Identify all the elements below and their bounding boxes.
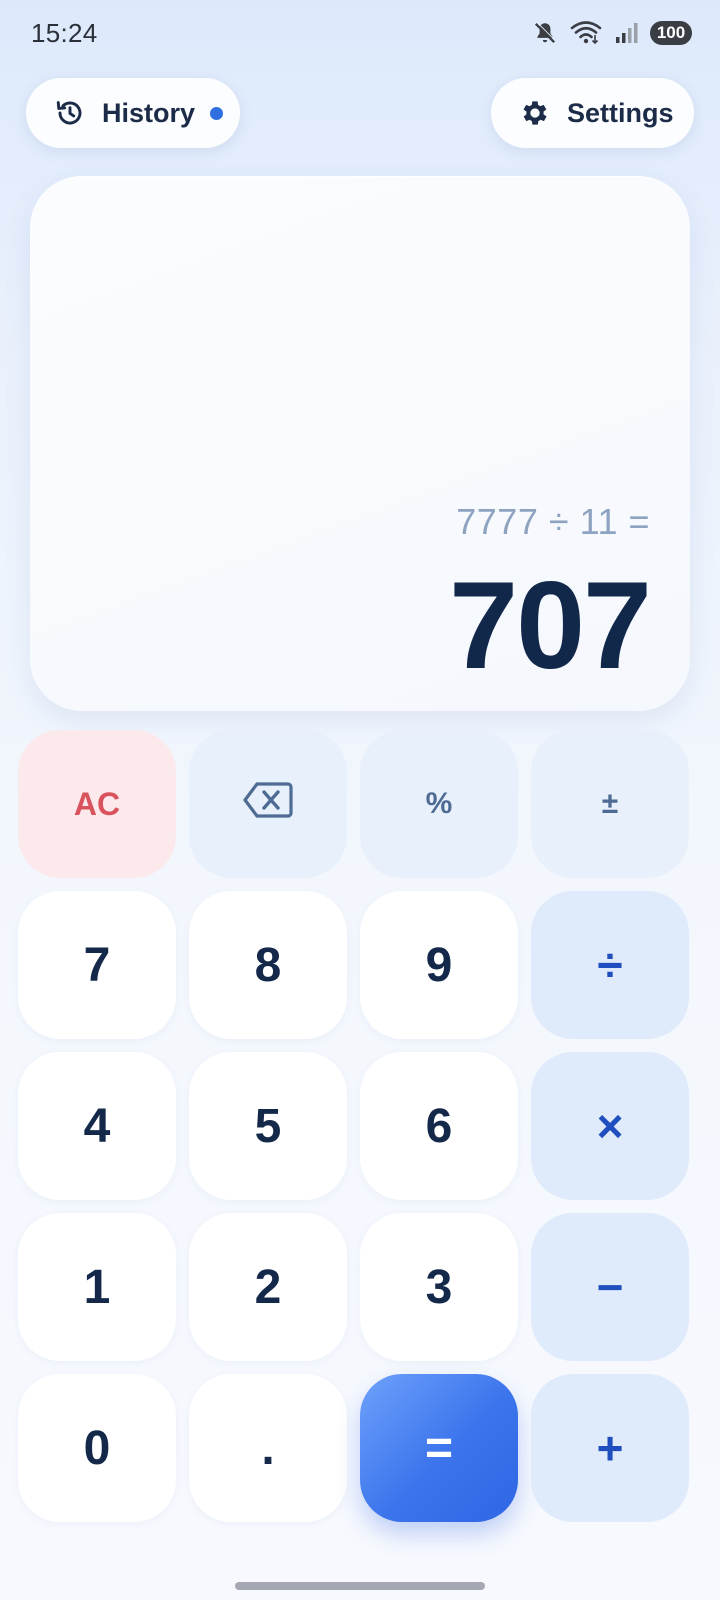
key-7-button[interactable]: 7 bbox=[18, 891, 176, 1039]
key-plus-minus-button[interactable]: ± bbox=[531, 730, 689, 878]
gear-icon bbox=[518, 96, 552, 130]
key-1-button[interactable]: 1 bbox=[18, 1213, 176, 1361]
key-label: 3 bbox=[425, 1260, 453, 1314]
battery-indicator: 100 bbox=[650, 21, 692, 45]
key-label: × bbox=[596, 1100, 624, 1152]
key-5-button[interactable]: 5 bbox=[189, 1052, 347, 1200]
expression-text: 7777 ÷ 11 = bbox=[456, 501, 650, 542]
key-label: 6 bbox=[425, 1099, 453, 1153]
key-backspace-button[interactable] bbox=[189, 730, 347, 878]
key-divide-button[interactable]: ÷ bbox=[531, 891, 689, 1039]
history-button[interactable]: History bbox=[26, 78, 240, 148]
key-2-button[interactable]: 2 bbox=[189, 1213, 347, 1361]
key-8-button[interactable]: 8 bbox=[189, 891, 347, 1039]
key-label: AC bbox=[73, 785, 121, 822]
status-icons: 100 bbox=[532, 18, 692, 48]
key-9-button[interactable]: 9 bbox=[360, 891, 518, 1039]
settings-label: Settings bbox=[567, 97, 674, 128]
key-equals-button[interactable]: = bbox=[360, 1374, 518, 1522]
key-label: 9 bbox=[425, 938, 453, 992]
status-time: 15:24 bbox=[31, 18, 98, 48]
key-label: ± bbox=[601, 787, 619, 820]
key-label: − bbox=[596, 1261, 624, 1313]
wifi-icon bbox=[570, 20, 602, 46]
key-4-button[interactable]: 4 bbox=[18, 1052, 176, 1200]
key-plus-button[interactable]: + bbox=[531, 1374, 689, 1522]
key-label: ÷ bbox=[597, 939, 623, 991]
key-label: + bbox=[596, 1422, 624, 1474]
key-label: 4 bbox=[83, 1099, 111, 1153]
key-decimal-button[interactable]: . bbox=[189, 1374, 347, 1522]
status-bar: 15:24 100 bbox=[0, 0, 720, 68]
history-label: History bbox=[102, 97, 196, 128]
key-ac-button[interactable]: AC bbox=[18, 730, 176, 878]
key-minus-button[interactable]: − bbox=[531, 1213, 689, 1361]
key-multiply-button[interactable]: × bbox=[531, 1052, 689, 1200]
key-6-button[interactable]: 6 bbox=[360, 1052, 518, 1200]
key-label: 7 bbox=[83, 938, 111, 992]
key-label: % bbox=[425, 787, 453, 820]
key-0-button[interactable]: 0 bbox=[18, 1374, 176, 1522]
key-label: 1 bbox=[83, 1260, 111, 1314]
signal-icon bbox=[614, 21, 638, 45]
key-label: 0 bbox=[83, 1421, 111, 1475]
mute-icon bbox=[532, 20, 558, 46]
key-label: 8 bbox=[254, 938, 282, 992]
backspace-icon bbox=[243, 781, 293, 827]
key-label: = bbox=[424, 1421, 454, 1475]
result-text: 707 bbox=[449, 557, 652, 695]
key-label: 2 bbox=[254, 1260, 282, 1314]
home-indicator[interactable] bbox=[235, 1582, 485, 1590]
key-percent-button[interactable]: % bbox=[360, 730, 518, 878]
display-panel: 7777 ÷ 11 = 707 bbox=[30, 176, 690, 711]
key-3-button[interactable]: 3 bbox=[360, 1213, 518, 1361]
key-label: 5 bbox=[254, 1099, 282, 1153]
history-indicator-dot bbox=[210, 106, 224, 120]
history-icon bbox=[53, 96, 87, 130]
key-label: . bbox=[261, 1421, 275, 1475]
settings-button[interactable]: Settings bbox=[491, 78, 694, 148]
